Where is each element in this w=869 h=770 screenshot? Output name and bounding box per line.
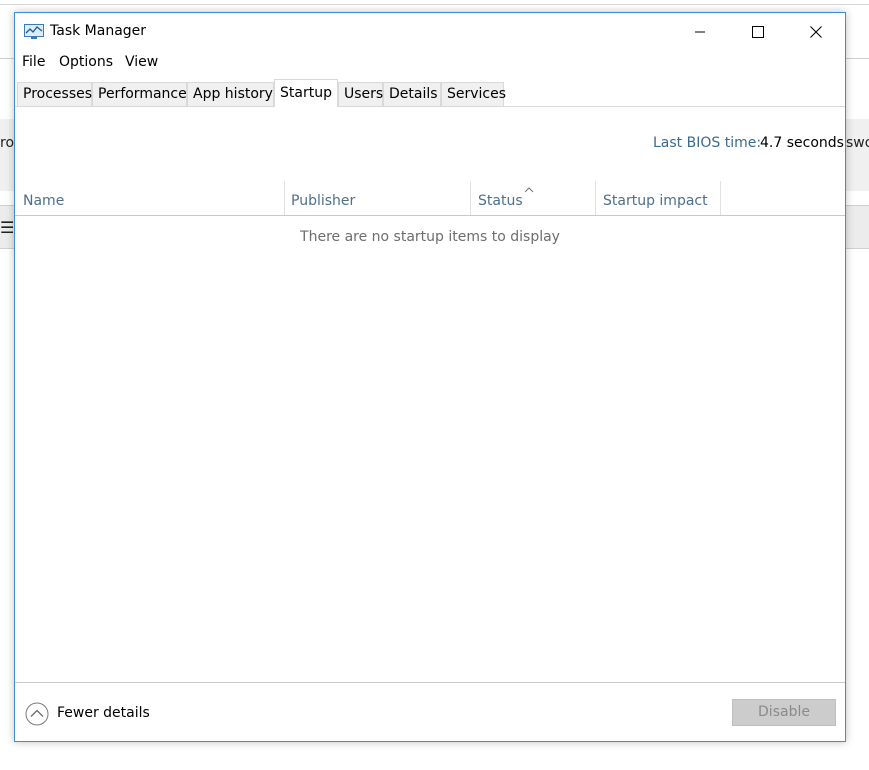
minimize-icon [694,23,706,42]
bios-time-label: Last BIOS time: [653,135,762,151]
tab-processes[interactable]: Processes [17,82,92,106]
column-header-status[interactable]: Status [478,193,523,209]
maximize-icon [752,23,764,42]
empty-list-message: There are no startup items to display [300,229,560,245]
tab-performance[interactable]: Performance [92,82,187,106]
column-divider[interactable] [595,181,596,215]
menu-options[interactable]: Options [59,54,113,70]
column-header-publisher[interactable]: Publisher [291,193,355,209]
column-header-startup-impact[interactable]: Startup impact [603,193,708,209]
title-bar[interactable]: Task Manager [15,13,845,51]
background-text-left: ro [0,135,15,151]
column-header-divider [15,215,845,216]
tab-strip-divider [15,106,845,107]
tab-details[interactable]: Details [383,82,441,106]
menu-bar: File Options View [15,53,845,75]
minimize-button[interactable] [671,13,729,51]
hamburger-menu-icon[interactable]: ☰ [0,218,14,237]
chevron-up-circle-icon[interactable] [25,702,49,726]
menu-file[interactable]: File [22,54,45,70]
tab-users[interactable]: Users [338,82,383,106]
tab-strip: Processes Performance App history Startu… [17,79,843,107]
column-divider[interactable] [470,181,471,215]
fewer-details-link[interactable]: Fewer details [57,705,150,721]
maximize-button[interactable] [729,13,787,51]
bios-time-value: 4.7 seconds [760,135,844,151]
tab-services[interactable]: Services [441,82,506,106]
column-header-name[interactable]: Name [23,193,64,209]
task-manager-icon [24,24,44,40]
footer-divider [15,682,845,683]
close-icon [810,23,822,42]
close-button[interactable] [787,13,845,51]
column-divider[interactable] [284,181,285,215]
menu-view[interactable]: View [125,54,158,70]
window-title: Task Manager [50,23,147,39]
tab-startup[interactable]: Startup [274,79,338,107]
background-text-right: swo [846,135,869,151]
disable-button[interactable]: Disable [732,699,836,726]
task-manager-window: Task Manager File Options View Processes… [14,12,846,742]
background-divider [0,4,869,5]
sort-ascending-icon [523,179,535,193]
tab-app-history[interactable]: App history [187,82,274,106]
column-divider[interactable] [720,181,721,215]
